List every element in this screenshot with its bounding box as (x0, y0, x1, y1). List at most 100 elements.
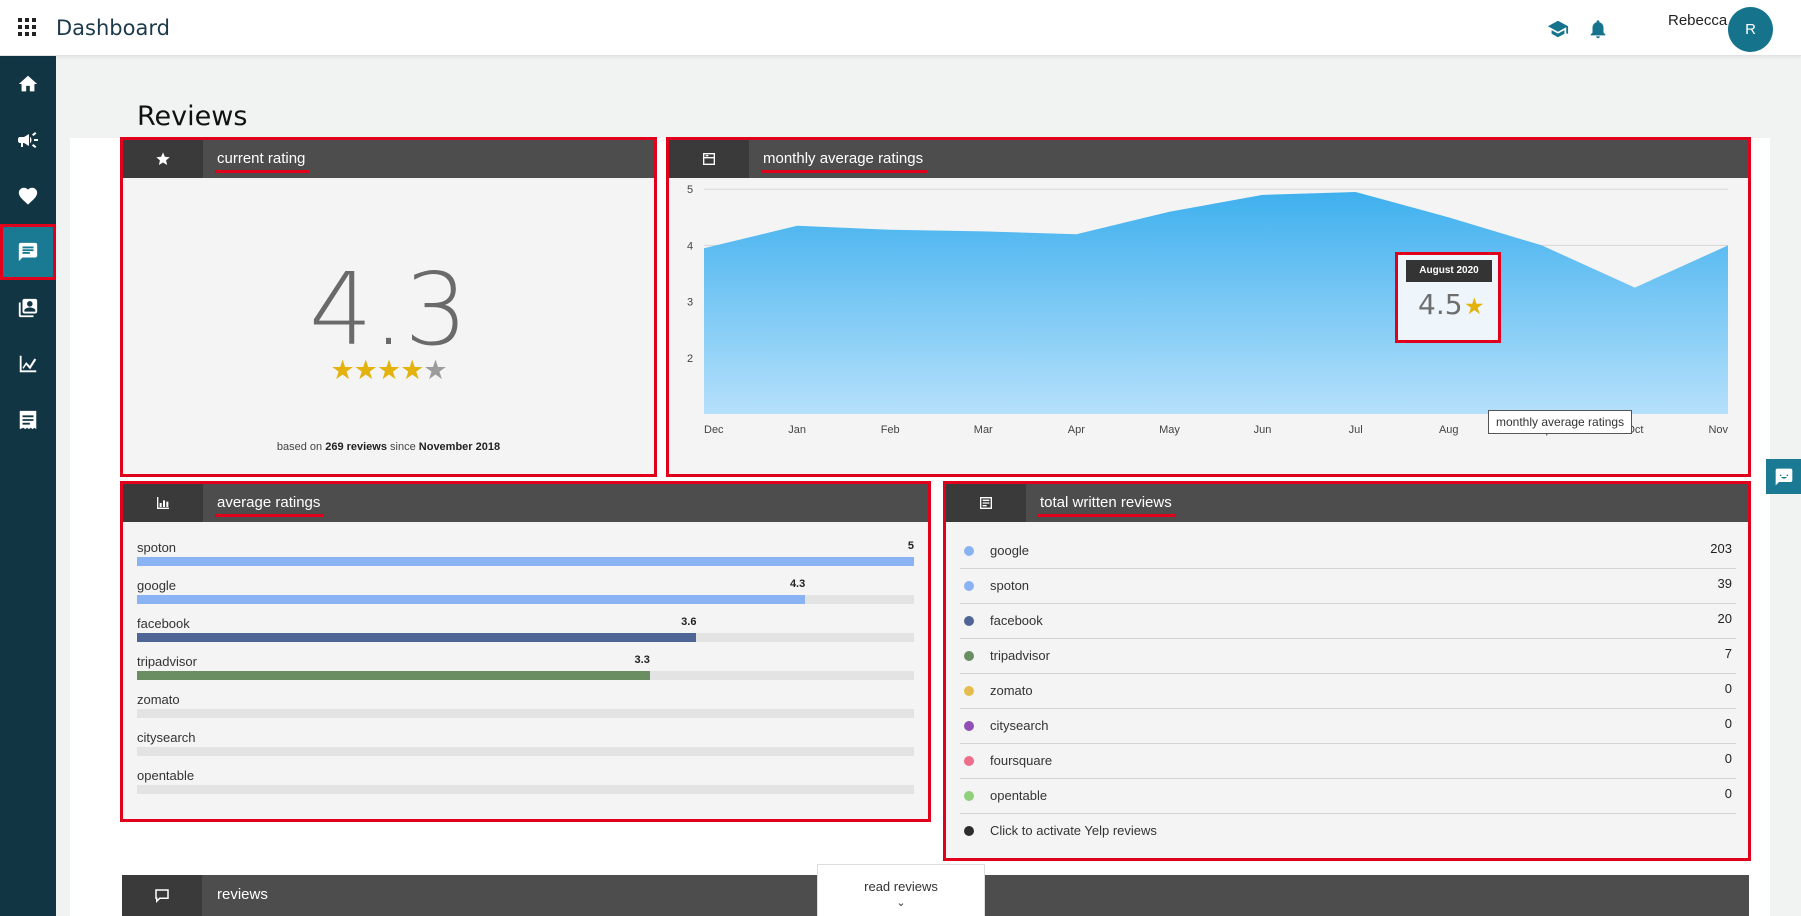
average-ratings-card: average ratings 5 spoton 4.3 google 3.6 faceb… (120, 481, 931, 822)
review-count: 0 (1724, 786, 1732, 801)
rating-row-spoton: 5 spoton (137, 540, 914, 572)
current-rating-card: current rating 4.3 ★★★★★ based on 269 re… (120, 137, 657, 477)
review-source-label: google (990, 543, 1030, 558)
app-title: Dashboard (56, 16, 170, 40)
list-box-icon (946, 484, 1026, 522)
sidebar-item-analytics[interactable] (0, 336, 56, 392)
rating-source-label: facebook (137, 616, 190, 631)
review-count: 0 (1724, 716, 1732, 731)
feedback-icon (1775, 468, 1792, 485)
star-filled-icon: ★ (330, 355, 354, 385)
card-header: current rating (123, 140, 654, 178)
legend-dot (964, 616, 974, 626)
comment-icon (122, 875, 202, 916)
review-count: 0 (1724, 681, 1732, 696)
legend-dot (964, 756, 974, 766)
apps-grid-icon[interactable] (18, 18, 38, 38)
bell-icon[interactable] (1587, 18, 1609, 40)
rating-bar-fill (137, 557, 914, 566)
review-count: 20 (1717, 611, 1732, 626)
user-name: Rebecca (1668, 12, 1728, 29)
review-source-label: facebook (990, 613, 1043, 628)
area-chart-icon (19, 355, 37, 373)
avatar[interactable]: R (1728, 7, 1773, 52)
read-reviews-button[interactable]: read reviews ⌄ (817, 864, 985, 916)
rating-source-label: spoton (137, 540, 177, 555)
rating-bar-fill (137, 633, 697, 642)
y-tick-label: 2 (687, 353, 693, 365)
chart-legend-tooltip: monthly average ratings (1488, 410, 1633, 434)
review-count: 0 (1724, 751, 1732, 766)
star-filled-icon: ★ (400, 355, 424, 385)
rating-source-label: zomato (137, 692, 180, 707)
rating-bar-track (137, 747, 914, 756)
contacts-book-icon (18, 298, 38, 318)
graduation-cap-icon[interactable] (1547, 18, 1569, 40)
chart-tooltip: August 2020 4.5 ★ (1395, 252, 1501, 343)
review-source-label: spoton (990, 578, 1030, 593)
rating-basis-text: based on 269 reviews since November 2018 (276, 441, 501, 453)
review-count: 7 (1724, 646, 1732, 661)
top-bar: Dashboard Rebecca R (0, 0, 1801, 56)
rating-row-facebook: 3.6 facebook (137, 616, 914, 648)
x-tick-label: Aug (1439, 424, 1459, 436)
series-area (704, 192, 1728, 414)
page-title: Reviews (137, 101, 248, 132)
rating-row-citysearch: citysearch (137, 730, 914, 762)
rating-bar-track (137, 557, 914, 566)
monthly-average-card: monthly average ratings 2 3 4 5 Dec Jan Feb Ma… (666, 137, 1751, 477)
review-count-row-tripadvisor: tripadvisor 7 (960, 639, 1736, 674)
total-written-reviews-card: total written reviews google 203 spoton 39 f… (943, 481, 1751, 861)
read-reviews-label: read reviews (864, 879, 938, 894)
x-tick-label: Nov (1708, 424, 1728, 436)
y-tick-label: 5 (687, 184, 693, 196)
monthly-area-chart: 2345 DecJanFebMarAprMayJunJulAugSepOctNo… (687, 184, 1728, 436)
sidebar-item-home[interactable] (0, 56, 56, 112)
rating-value: 3.3 (634, 654, 650, 666)
legend-dot (964, 826, 974, 836)
rating-value: 5 (907, 540, 914, 552)
rating-bar-track (137, 709, 914, 718)
sidebar-item-campaigns[interactable] (0, 112, 56, 168)
x-tick-label: Jul (1349, 424, 1363, 436)
chat-icon (18, 242, 38, 262)
x-tick-label: Jun (1254, 424, 1272, 436)
review-source-label: tripadvisor (990, 648, 1050, 663)
review-count-row-citysearch: citysearch 0 (960, 709, 1736, 744)
rating-source-label: citysearch (137, 730, 196, 745)
review-count: 39 (1717, 576, 1732, 591)
tooltip-value: 4.5 (1418, 288, 1463, 321)
card-title: monthly average ratings (760, 150, 928, 173)
legend-dot (964, 546, 974, 556)
calendar-icon (669, 140, 749, 178)
home-icon (18, 75, 38, 92)
current-rating-value: 4.3 (308, 251, 469, 368)
sidebar-item-favorites[interactable] (0, 168, 56, 224)
rating-source-label: google (137, 578, 177, 593)
rating-row-google: 4.3 google (137, 578, 914, 610)
feedback-tab[interactable] (1766, 459, 1801, 494)
review-count-row-spoton: spoton 39 (960, 569, 1736, 604)
sidebar (0, 56, 56, 916)
legend-dot (964, 791, 974, 801)
receipt-icon (19, 410, 37, 430)
rating-bar-track (137, 671, 914, 680)
rating-source-label: opentable (137, 768, 195, 783)
review-count: 203 (1710, 541, 1732, 556)
sidebar-item-contacts[interactable] (0, 280, 56, 336)
card-title: average ratings (214, 494, 325, 517)
y-tick-label: 4 (687, 240, 693, 252)
star-empty-icon: ★ (423, 355, 447, 385)
review-source-label: opentable (990, 788, 1048, 803)
legend-dot (964, 581, 974, 591)
review-count-row-facebook: facebook 20 (960, 604, 1736, 639)
legend-dot (964, 651, 974, 661)
x-tick-label: Apr (1068, 424, 1085, 436)
legend-dot (964, 721, 974, 731)
activate-yelp-link[interactable]: Click to activate Yelp reviews (960, 814, 1736, 849)
rating-source-label: tripadvisor (137, 654, 197, 669)
sidebar-item-receipts[interactable] (0, 392, 56, 448)
sidebar-item-reviews[interactable] (0, 224, 56, 280)
x-tick-label: Jan (788, 424, 806, 436)
legend-dot (964, 686, 974, 696)
